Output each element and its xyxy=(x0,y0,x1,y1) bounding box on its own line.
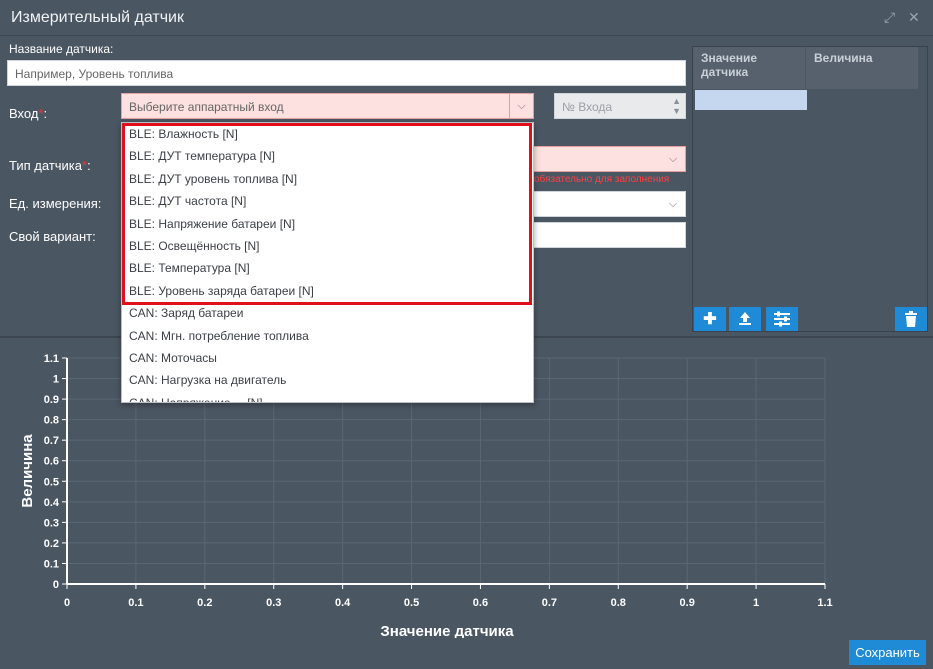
save-button[interactable]: Сохранить xyxy=(849,640,926,665)
dropdown-item[interactable]: BLE: Напряжение батареи [N] xyxy=(122,213,533,235)
x-tick-label: 1 xyxy=(753,597,759,609)
stepper-icon[interactable]: ▲ ▼ xyxy=(672,96,681,116)
y-tick-label: 0.1 xyxy=(44,558,59,570)
unit-label: Ед. измерения: xyxy=(9,196,102,211)
title-bar: Измерительный датчик ⤢ ✕ xyxy=(0,0,933,36)
plus-icon: ✚ xyxy=(703,311,717,328)
add-row-button[interactable]: ✚ xyxy=(694,307,726,331)
input-number-field[interactable]: № Входа ▲ ▼ xyxy=(554,93,686,119)
dropdown-item[interactable]: CAN: Нагрузка на двигатель xyxy=(122,369,533,391)
y-tick-label: 0.7 xyxy=(44,435,59,447)
chevron-down-icon[interactable]: ⌵ xyxy=(661,192,685,216)
dropdown-item[interactable]: BLE: ДУТ уровень топлива [N] xyxy=(122,168,533,190)
x-tick-label: 0.4 xyxy=(335,597,351,609)
y-tick-label: 0.3 xyxy=(44,517,59,529)
dropdown-item[interactable]: CAN: Мгн. потребление топлива xyxy=(122,325,533,347)
y-tick-label: 0.2 xyxy=(44,538,59,550)
required-asterisk: * xyxy=(38,106,44,121)
dropdown-item[interactable]: BLE: Температура [N] xyxy=(122,257,533,279)
x-tick-label: 0.6 xyxy=(473,597,488,609)
dropdown-item[interactable]: BLE: Уровень заряда батареи [N] xyxy=(122,280,533,302)
sensor-name-placeholder: Например, Уровень топлива xyxy=(15,67,174,81)
window-title: Измерительный датчик xyxy=(11,9,184,26)
y-tick-label: 0.8 xyxy=(44,415,59,427)
delete-button[interactable] xyxy=(895,307,927,331)
x-tick-label: 0.2 xyxy=(197,597,212,609)
y-axis-label: Величина xyxy=(19,434,36,508)
dropdown-item[interactable]: BLE: ДУТ частота [N] xyxy=(122,190,533,212)
chevron-down-icon[interactable]: ⌵ xyxy=(509,94,533,118)
hardware-input-dropdown: BLE: Влажность [N] BLE: ДУТ температура … xyxy=(121,122,534,403)
dropdown-item[interactable]: BLE: ДУТ температура [N] xyxy=(122,145,533,167)
settings-sliders-icon xyxy=(774,311,790,327)
sensor-name-input[interactable]: Например, Уровень топлива xyxy=(7,60,686,86)
y-tick-label: 1 xyxy=(53,374,59,386)
maximize-icon[interactable]: ⤢ xyxy=(884,10,895,24)
x-tick-label: 0.8 xyxy=(611,597,626,609)
y-tick-label: 0.9 xyxy=(44,394,59,406)
upload-icon xyxy=(739,312,751,325)
column-header-sensor-value[interactable]: Значение датчика xyxy=(693,47,805,89)
x-tick-label: 1.1 xyxy=(817,597,832,609)
calibration-table: Значение датчика Величина xyxy=(692,46,928,332)
required-hint: обязательно для заполнения xyxy=(534,174,670,185)
sensor-name-label: Название датчика: xyxy=(9,42,114,56)
x-tick-label: 0.5 xyxy=(404,597,419,609)
required-asterisk: * xyxy=(82,158,88,173)
y-tick-label: 0.5 xyxy=(44,476,59,488)
y-tick-label: 1.1 xyxy=(44,353,59,365)
input-label: Вход*: xyxy=(9,106,48,121)
hardware-input-select[interactable]: Выберите аппаратный вход ⌵ xyxy=(121,93,534,119)
input-number-placeholder: № Входа xyxy=(562,100,613,114)
x-axis-label: Значение датчика xyxy=(380,623,514,638)
dropdown-item[interactable]: CAN: Моточасы xyxy=(122,347,533,369)
sensor-type-label: Тип датчика*: xyxy=(9,158,91,173)
settings-button[interactable] xyxy=(766,307,798,331)
close-icon[interactable]: ✕ xyxy=(908,10,920,24)
x-tick-label: 0.7 xyxy=(542,597,557,609)
y-tick-label: 0.6 xyxy=(44,456,59,468)
custom-variant-label: Свой вариант: xyxy=(9,229,96,244)
trash-icon xyxy=(905,311,917,327)
x-tick-label: 0.1 xyxy=(128,597,143,609)
table-row[interactable] xyxy=(695,90,807,110)
y-tick-label: 0 xyxy=(53,579,59,591)
input-label-text: Вход xyxy=(9,106,39,121)
dropdown-item[interactable]: BLE: Влажность [N] xyxy=(122,123,533,145)
column-header-quantity[interactable]: Величина xyxy=(806,47,918,89)
sensor-type-label-text: Тип датчика xyxy=(9,158,83,173)
chevron-down-icon[interactable]: ⌵ xyxy=(661,147,685,171)
x-tick-label: 0 xyxy=(64,597,70,609)
x-tick-label: 0.3 xyxy=(266,597,281,609)
upload-button[interactable] xyxy=(729,307,761,331)
dropdown-item[interactable]: CAN: Заряд батареи xyxy=(122,302,533,324)
x-tick-label: 0.9 xyxy=(680,597,695,609)
y-tick-label: 0.4 xyxy=(44,497,60,509)
hardware-input-placeholder: Выберите аппаратный вход xyxy=(129,100,284,114)
dropdown-item[interactable]: CAN: Напряжение ... [N] xyxy=(122,392,533,402)
dropdown-item[interactable]: BLE: Освещённость [N] xyxy=(122,235,533,257)
